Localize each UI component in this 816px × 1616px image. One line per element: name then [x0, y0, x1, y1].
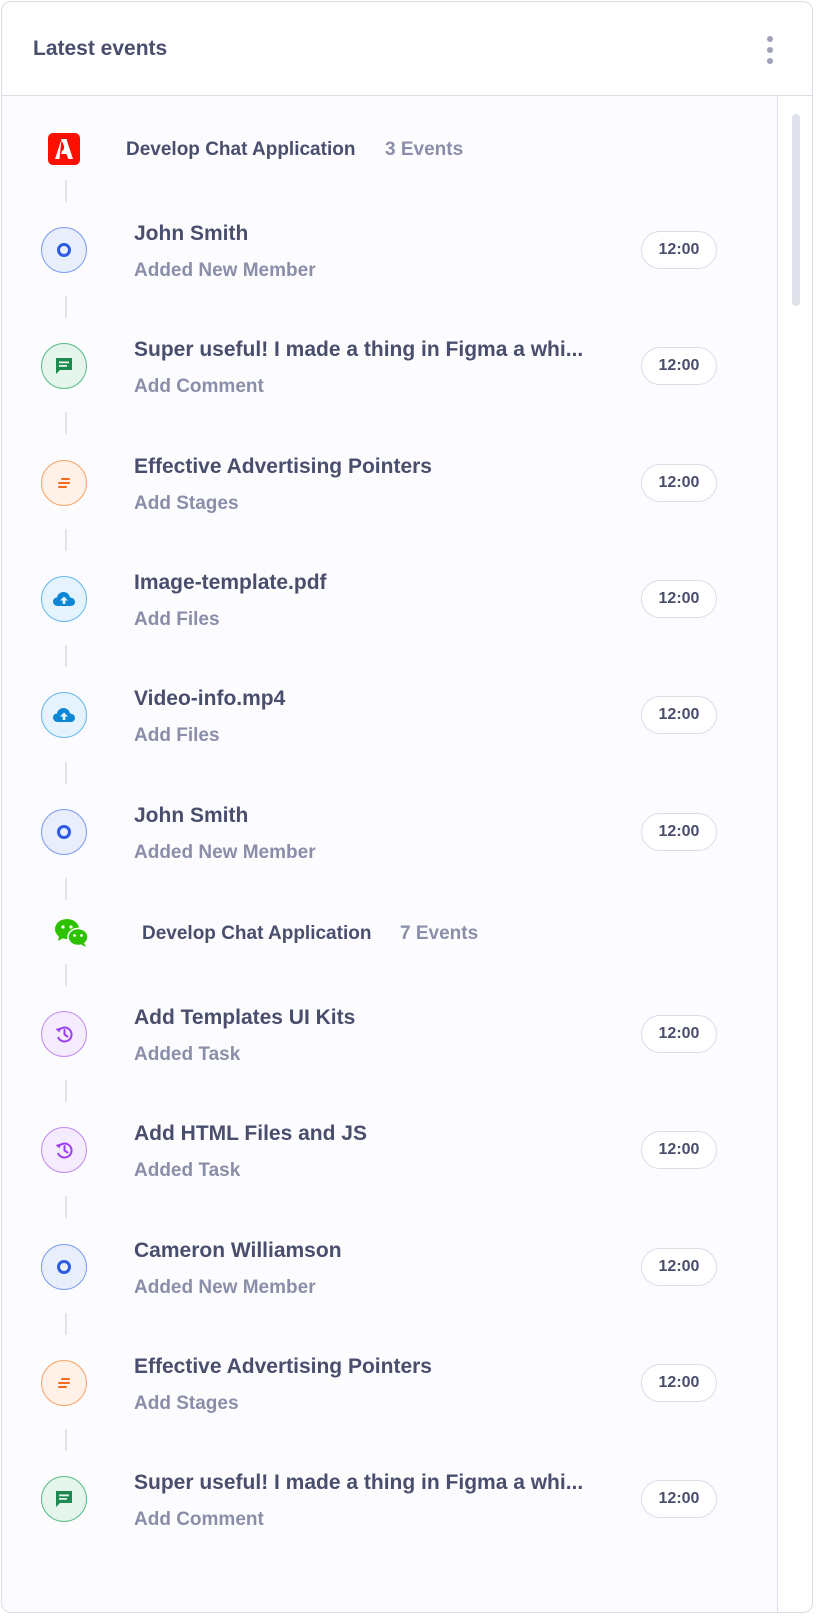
event-type: Added New Member — [134, 842, 316, 863]
timeline-connector — [65, 964, 67, 986]
cloud-upload-icon — [41, 692, 87, 738]
comment-icon — [41, 1476, 87, 1522]
history-icon — [41, 1127, 87, 1173]
group-title: Develop Chat Application — [142, 923, 372, 944]
comment-icon — [41, 343, 87, 389]
member-icon — [41, 809, 87, 855]
event-title[interactable]: Image-template.pdf — [134, 571, 614, 595]
card-title: Latest events — [33, 37, 168, 60]
event-title[interactable]: John Smith — [134, 804, 614, 828]
event-title[interactable]: Effective Advertising Pointers — [134, 455, 614, 479]
adobe-logo-icon — [48, 133, 80, 170]
timeline-connector — [65, 529, 67, 551]
event-type: Added Task — [134, 1044, 241, 1065]
event-time-badge: 12:00 — [641, 1248, 717, 1286]
timeline-connector — [65, 1196, 67, 1218]
event-type: Add Files — [134, 609, 220, 630]
member-icon — [41, 1244, 87, 1290]
event-type: Added Task — [134, 1160, 241, 1181]
event-time-badge: 12:00 — [641, 231, 717, 269]
card-header: Latest events — [2, 2, 812, 96]
event-time-badge: 12:00 — [641, 696, 717, 734]
event-time-badge: 12:00 — [641, 464, 717, 502]
timeline-connector — [65, 645, 67, 667]
event-type: Add Comment — [134, 1509, 264, 1530]
scrollbar-thumb[interactable] — [792, 114, 800, 306]
event-title[interactable]: Cameron Williamson — [134, 1239, 614, 1263]
member-icon — [41, 227, 87, 273]
timeline-connector — [65, 878, 67, 900]
timeline-connector — [65, 1313, 67, 1335]
event-time-badge: 12:00 — [641, 1480, 717, 1518]
timeline-connector — [65, 180, 67, 202]
group-event-count: 3 Events — [385, 139, 464, 160]
event-time-badge: 12:00 — [641, 1015, 717, 1053]
event-title[interactable]: Video-info.mp4 — [134, 687, 614, 711]
events-timeline[interactable]: Develop Chat Application 3 Events John S… — [2, 96, 778, 1612]
group-event-count: 7 Events — [400, 923, 479, 944]
timeline-connector — [65, 1429, 67, 1451]
event-type: Added New Member — [134, 1277, 316, 1298]
event-title[interactable]: Effective Advertising Pointers — [134, 1355, 614, 1379]
cloud-upload-icon — [41, 576, 87, 622]
event-title[interactable]: Super useful! I made a thing in Figma a … — [134, 338, 614, 362]
wechat-logo-icon — [54, 918, 90, 953]
event-type: Add Stages — [134, 493, 239, 514]
event-type: Add Stages — [134, 1393, 239, 1414]
timeline-connector — [65, 1080, 67, 1102]
more-options-icon[interactable] — [762, 36, 778, 64]
event-time-badge: 12:00 — [641, 1364, 717, 1402]
event-time-badge: 12:00 — [641, 1131, 717, 1169]
timeline-connector — [65, 296, 67, 318]
event-title[interactable]: John Smith — [134, 222, 614, 246]
timeline-connector — [65, 412, 67, 434]
event-title[interactable]: Add HTML Files and JS — [134, 1122, 614, 1146]
event-time-badge: 12:00 — [641, 347, 717, 385]
event-title[interactable]: Super useful! I made a thing in Figma a … — [134, 1471, 614, 1495]
event-type: Add Files — [134, 725, 220, 746]
stages-icon — [41, 1360, 87, 1406]
event-time-badge: 12:00 — [641, 813, 717, 851]
event-type: Added New Member — [134, 260, 316, 281]
event-title[interactable]: Add Templates UI Kits — [134, 1006, 614, 1030]
event-type: Add Comment — [134, 376, 264, 397]
timeline-connector — [65, 762, 67, 784]
event-time-badge: 12:00 — [641, 580, 717, 618]
history-icon — [41, 1011, 87, 1057]
latest-events-card: Latest events Develop Chat Application 3… — [1, 1, 813, 1613]
stages-icon — [41, 460, 87, 506]
group-title: Develop Chat Application — [126, 139, 356, 160]
